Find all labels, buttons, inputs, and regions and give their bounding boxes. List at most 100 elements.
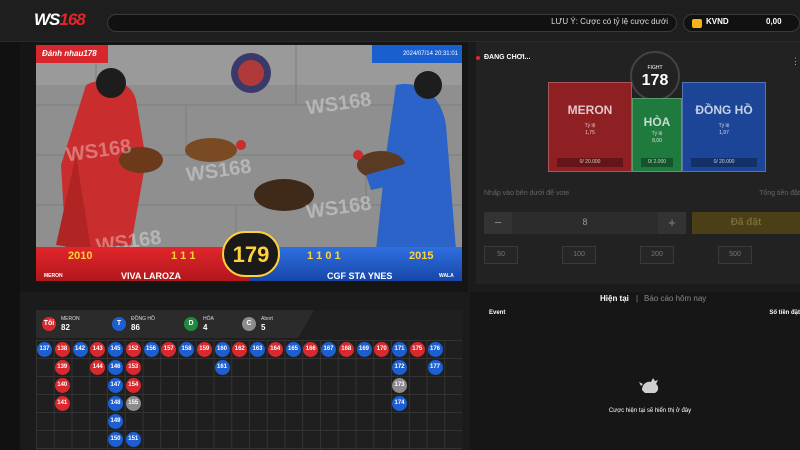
wala-score: 2015 [409, 250, 434, 262]
odds-label: Tỷ lệ [584, 123, 596, 129]
result-stat-count: 4 [203, 323, 208, 332]
result-stat-count: 86 [131, 323, 140, 332]
result-bead: 147 [108, 378, 123, 393]
odds-value: 1,97 [719, 130, 729, 136]
site-logo[interactable]: WS168 [34, 10, 100, 32]
meron-rooster-name: VIVA LAROZA [121, 271, 181, 281]
result-bead: 176 [427, 342, 443, 357]
bet-card-name: ĐỒNG HỒ [695, 103, 753, 117]
top-bar: WS168 LƯU Ý: Cược có tỷ lệ cược dưới KVN… [0, 0, 800, 42]
result-bead: 169 [356, 342, 372, 357]
result-bead: 167 [321, 342, 336, 357]
bet-total: 0/ 20.000 [557, 158, 623, 167]
score-banner: 2010 1 1 1 MERON VIVA LAROZA 1 1 0 1 201… [36, 231, 462, 281]
stream-timestamp: 2024/07/14 20:31:01 [372, 45, 462, 63]
stake-stepper: − 8 + [484, 212, 686, 234]
result-stat-label: ĐỒNG HỒ [131, 316, 155, 322]
result-bead: 154 [125, 378, 141, 393]
result-bead: 139 [54, 360, 70, 375]
chip-200[interactable]: 200 [640, 246, 674, 264]
left-edge [0, 42, 20, 450]
notice-ticker: LƯU Ý: Cược có tỷ lệ cược dưới [107, 14, 677, 32]
bet-panel: ĐANG CHƠI... ⋮ FIGHT 178 MERON Tỷ lệ 1,7… [476, 42, 800, 284]
result-bead: 155 [125, 396, 141, 411]
result-bead: 161 [214, 360, 230, 375]
round-counter: 179 [222, 231, 280, 277]
result-stat-count: 82 [61, 323, 70, 332]
result-bead: 148 [108, 396, 123, 411]
wala-banner: 1 1 0 1 2015 WALA CGF STA YNES [249, 247, 462, 281]
column-amount: Số tiền đặt [769, 310, 800, 316]
increase-stake-button[interactable]: + [658, 212, 686, 234]
column-event: Event [489, 310, 506, 316]
result-bead: 150 [108, 432, 123, 447]
bet-card-meron[interactable]: MERON Tỷ lệ 1,75 0/ 20.000 [548, 82, 632, 172]
decrease-stake-button[interactable]: − [484, 212, 512, 234]
bet-total: 0/ 20.000 [691, 158, 757, 167]
result-bead: 174 [392, 396, 407, 411]
bet-card-name: HÒA [643, 115, 671, 129]
meron-record: 1 1 1 [171, 250, 196, 262]
bet-total: 0/ 2.000 [641, 158, 673, 167]
live-stream-video[interactable]: WS168 WS168 WS168 WS168 WS168 Đánh nhau1… [36, 45, 462, 281]
result-bead: 168 [338, 342, 354, 357]
bet-card-wala[interactable]: ĐỒNG HỒ Tỷ lệ 1,97 0/ 20.000 [682, 82, 766, 172]
result-stat-label: HÒA [203, 316, 214, 322]
fight-name-tag: Đánh nhau178 [36, 45, 108, 63]
result-stat-label: Abort [261, 316, 273, 322]
wallet-display[interactable]: KVND 0,00 [683, 14, 800, 32]
stake-input[interactable]: 8 [512, 217, 658, 227]
result-stat-disc: D [184, 317, 198, 331]
tab-separator: | [636, 294, 639, 303]
result-bead: 156 [143, 342, 159, 357]
result-bead: 171 [392, 342, 407, 357]
result-bead: 165 [285, 342, 301, 357]
result-bead: 142 [72, 342, 88, 357]
results-summary-edge [298, 310, 314, 338]
tab-today-report[interactable]: Báo cáo hôm nay [644, 294, 706, 303]
total-bet-label: Tổng tiền đặt [759, 190, 800, 197]
meron-side-label: MERON [44, 273, 63, 279]
live-dot-icon [476, 56, 480, 60]
meron-banner: 2010 1 1 1 MERON VIVA LAROZA [36, 247, 249, 281]
wala-record: 1 1 0 1 [307, 250, 341, 262]
coin-icon [692, 19, 702, 28]
result-bead: 140 [54, 378, 70, 393]
live-status: ĐANG CHƠI... [484, 54, 531, 61]
result-bead: 160 [214, 342, 230, 357]
chip-50[interactable]: 50 [484, 246, 518, 264]
chip-100[interactable]: 100 [562, 246, 596, 264]
result-stat-disc: Tôi [42, 317, 56, 331]
bet-card-name: MERON [567, 103, 613, 117]
currency-label: KVND [706, 17, 729, 26]
tab-current[interactable]: Hiện tại [600, 294, 629, 303]
odds-value: 8,00 [652, 138, 662, 144]
result-bead: 138 [54, 342, 70, 357]
result-stat-disc: T [112, 317, 126, 331]
result-bead: 149 [108, 414, 123, 429]
empty-state-text: Cược hiện tại sẽ hiển thị ở đây [608, 408, 692, 414]
place-bet-button[interactable]: Đã đặt [692, 212, 800, 234]
round-number: 179 [232, 242, 270, 267]
wala-side-label: WALA [439, 273, 454, 279]
result-bead: 141 [54, 396, 70, 411]
result-bead: 145 [108, 342, 123, 357]
result-bead: 153 [125, 360, 141, 375]
bet-card-draw[interactable]: HÒA Tỷ lệ 8,00 0/ 2.000 [632, 98, 682, 172]
chip-500[interactable]: 500 [718, 246, 752, 264]
result-bead: 159 [196, 342, 212, 357]
result-bead: 146 [108, 360, 123, 375]
result-bead: 158 [179, 342, 194, 357]
meron-score: 2010 [68, 250, 93, 262]
odds-label: Tỷ lệ [718, 123, 730, 129]
wala-rooster-name: CGF STA YNES [327, 271, 393, 281]
fight-badge: FIGHT 178 [630, 51, 680, 101]
result-stat-count: 5 [261, 323, 266, 332]
result-bead: 177 [427, 360, 443, 375]
info-icon[interactable]: ⋮ [791, 56, 800, 67]
odds-value: 1,75 [585, 130, 595, 136]
result-bead: 151 [125, 432, 141, 447]
result-bead: 163 [250, 342, 265, 357]
results-board: Tôi MERON 82 T ĐỒNG HỒ 86 D HÒA 4 C Abort 5 137 138 1… [36, 310, 462, 450]
fight-label: FIGHT [647, 65, 663, 71]
